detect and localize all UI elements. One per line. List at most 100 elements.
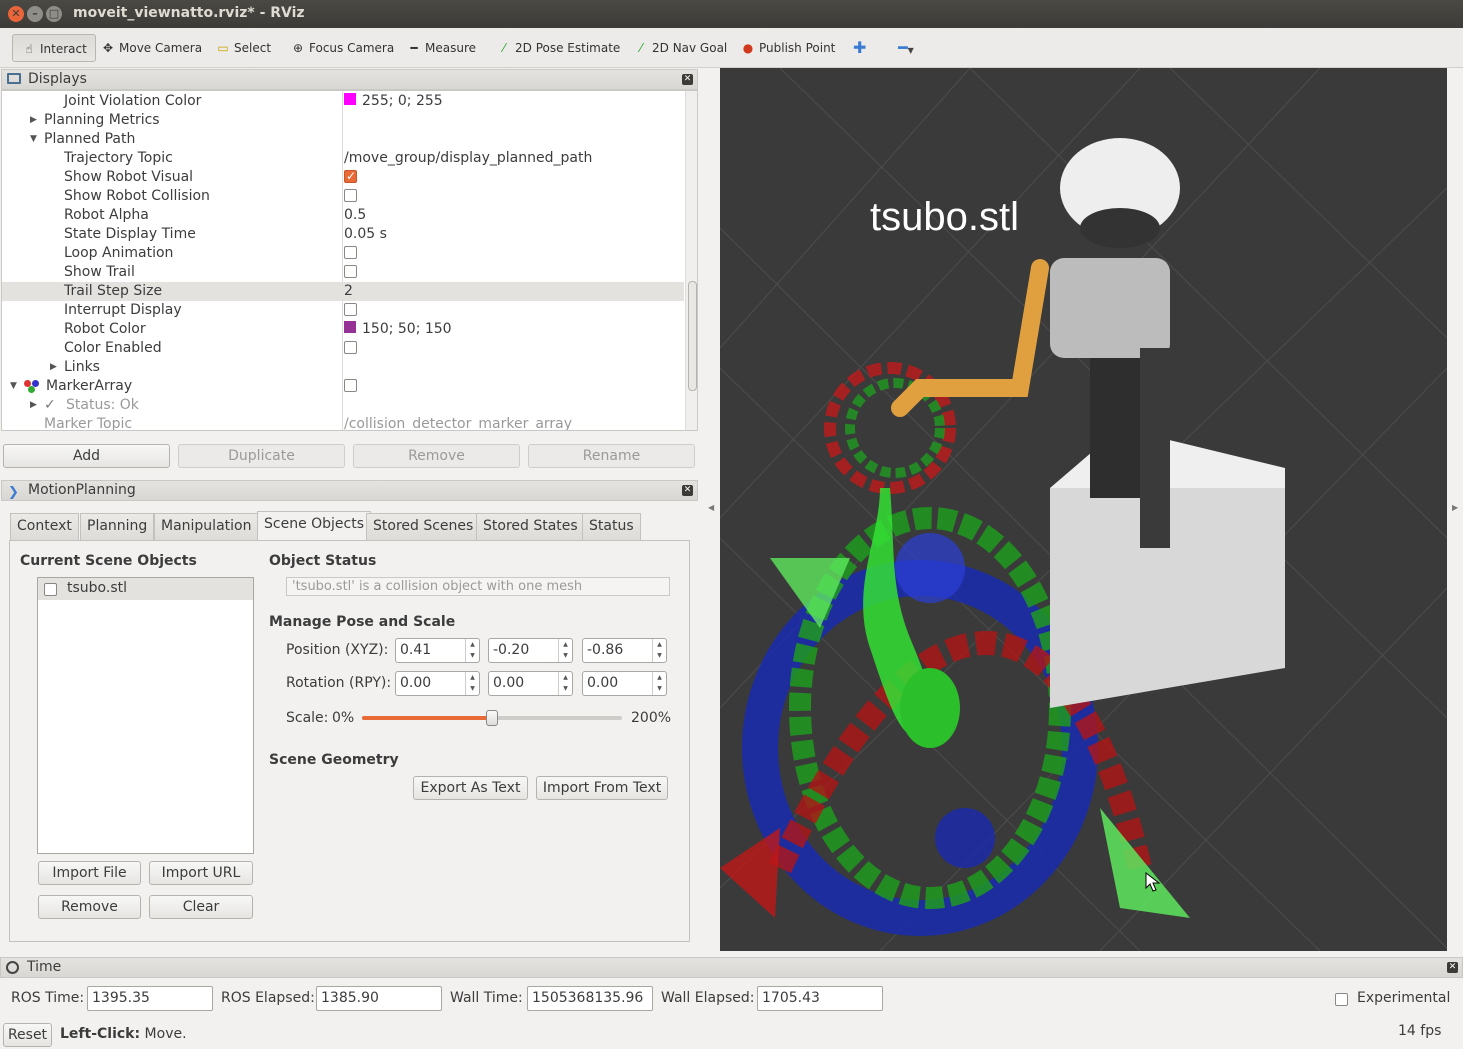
wall-time-field[interactable]: 1505368135.96 (527, 986, 653, 1011)
maximize-window-button[interactable]: □ (46, 6, 62, 22)
scrollbar-thumb[interactable] (688, 281, 697, 391)
spin-arrows-icon[interactable]: ▲ ▼ (652, 672, 666, 695)
displays-tree[interactable]: Joint Violation Color 255; 0; 255 ▶ Planni… (1, 90, 698, 431)
tree-row[interactable]: Color Enabled (2, 339, 684, 358)
collapse-arrow-icon[interactable]: ▼ (30, 130, 37, 149)
close-icon[interactable]: ✕ (682, 74, 693, 85)
loop-animation-checkbox[interactable] (344, 245, 357, 259)
position-x-spinbox[interactable]: 0.41 ▲ ▼ (395, 638, 480, 663)
tab-stored-scenes[interactable]: Stored Scenes (366, 513, 481, 540)
tree-row[interactable]: Joint Violation Color 255; 0; 255 (2, 92, 684, 111)
ros-elapsed-field[interactable]: 1385.90 (316, 986, 442, 1011)
plus-icon: ✚ (853, 38, 867, 57)
minimize-window-button[interactable]: – (27, 6, 43, 22)
slider-handle[interactable] (486, 710, 498, 726)
position-y-spinbox[interactable]: -0.20 ▲ ▼ (488, 638, 573, 663)
scale-slider[interactable] (362, 710, 622, 726)
import-file-button[interactable]: Import File (38, 861, 141, 885)
collapse-arrow-icon[interactable]: ▼ (10, 377, 17, 396)
interact-tool[interactable]: ☝ Interact (12, 34, 96, 62)
tab-planning[interactable]: Planning (80, 513, 155, 540)
reset-button[interactable]: Reset (3, 1023, 52, 1047)
clear-objects-button[interactable]: Clear (149, 895, 253, 919)
export-as-text-button[interactable]: Export As Text (413, 776, 528, 800)
slider-fill (362, 716, 492, 720)
spin-value: 0.00 (400, 675, 432, 691)
interrupt-display-checkbox[interactable] (344, 302, 357, 316)
add-display-button[interactable]: Add (3, 444, 170, 468)
remove-object-button[interactable]: Remove (38, 895, 141, 919)
splitter-left-arrow-icon[interactable]: ◀ (708, 503, 714, 512)
tree-row[interactable]: Interrupt Display (2, 301, 684, 320)
tab-scene-objects[interactable]: Scene Objects (257, 511, 372, 541)
tree-row[interactable]: Loop Animation (2, 244, 684, 263)
duplicate-display-button[interactable]: Duplicate (178, 444, 345, 468)
import-from-text-button[interactable]: Import From Text (536, 776, 668, 800)
spin-arrows-icon[interactable]: ▲ ▼ (465, 639, 479, 662)
show-robot-visual-checkbox[interactable] (344, 167, 357, 186)
tab-manipulation[interactable]: Manipulation (154, 513, 259, 540)
rotation-y-spinbox[interactable]: 0.00 ▲ ▼ (582, 671, 667, 696)
tab-context[interactable]: Context (10, 513, 79, 540)
marker-array-checkbox[interactable] (344, 378, 357, 392)
add-tool-button[interactable]: ✚ (853, 34, 866, 62)
select-tool[interactable]: ▭ Select (215, 34, 271, 62)
expand-arrow-icon[interactable]: ▶ (30, 396, 37, 415)
rotation-p-spinbox[interactable]: 0.00 ▲ ▼ (488, 671, 573, 696)
object-checkbox[interactable] (44, 583, 57, 596)
tab-status[interactable]: Status (582, 513, 641, 540)
splitter-right-arrow-icon[interactable]: ▶ (1452, 503, 1458, 512)
publish-point-tool[interactable]: ● Publish Point (740, 34, 836, 62)
spin-arrows-icon[interactable]: ▲ ▼ (465, 672, 479, 695)
tree-row[interactable]: ▼ MarkerArray (2, 377, 684, 396)
nav-goal-tool[interactable]: ⁄ 2D Nav Goal (633, 34, 727, 62)
tree-row[interactable]: ▼ Planned Path (2, 130, 684, 149)
ros-time-field[interactable]: 1395.35 (87, 986, 213, 1011)
tab-stored-states[interactable]: Stored States (476, 513, 585, 540)
tree-row[interactable]: Robot Color 150; 50; 150 (2, 320, 684, 339)
tree-row[interactable]: ▶ ✓ Status: Ok (2, 396, 684, 415)
focus-camera-tool[interactable]: ⊕ Focus Camera (290, 34, 394, 62)
scene-object-list[interactable]: tsubo.stl (37, 577, 254, 854)
3d-viewport[interactable]: tsubo.stl (720, 68, 1447, 951)
pose-estimate-tool[interactable]: ⁄ 2D Pose Estimate (496, 34, 620, 62)
import-url-button[interactable]: Import URL (149, 861, 253, 885)
expand-arrow-icon[interactable]: ▶ (30, 111, 37, 130)
tree-row[interactable]: Robot Alpha 0.5 (2, 206, 684, 225)
tree-row[interactable]: State Display Time 0.05 s (2, 225, 684, 244)
motion-planning-panel-header: ❯ MotionPlanning ✕ (1, 480, 698, 501)
spin-arrows-icon[interactable]: ▲ ▼ (652, 639, 666, 662)
tree-row[interactable]: ▶ Links (2, 358, 684, 377)
show-robot-collision-checkbox[interactable] (344, 188, 357, 202)
remove-tool-button[interactable]: ━▼ (898, 34, 914, 62)
close-icon[interactable]: ✕ (682, 485, 693, 496)
list-item[interactable]: tsubo.stl (38, 578, 253, 600)
tree-row[interactable]: Marker Topic/collision_detector_marker_a… (2, 415, 684, 430)
rename-display-button[interactable]: Rename (528, 444, 695, 468)
wall-elapsed-field[interactable]: 1705.43 (757, 986, 883, 1011)
close-icon[interactable]: ✕ (1447, 962, 1458, 973)
spin-arrows-icon[interactable]: ▲ ▼ (558, 672, 572, 695)
tree-row[interactable]: Show Trail (2, 263, 684, 282)
green-arrow-icon: ⁄ (502, 41, 505, 55)
remove-display-button[interactable]: Remove (353, 444, 520, 468)
tree-row[interactable]: Show Robot Visual (2, 167, 684, 187)
property-value[interactable]: 2 (344, 282, 353, 301)
tree-row[interactable]: ▶ Planning Metrics (2, 111, 684, 130)
color-enabled-checkbox[interactable] (344, 340, 357, 354)
tree-row[interactable]: Show Robot Collision (2, 187, 684, 206)
tree-row[interactable]: Trajectory Topic/move_group/display_plan… (2, 149, 684, 168)
tree-row[interactable]: Trail Step Size 2 (2, 282, 684, 301)
scale-max-label: 200% (631, 710, 672, 726)
show-trail-checkbox[interactable] (344, 264, 357, 278)
measure-tool[interactable]: ━ Measure (406, 34, 476, 62)
pose-estimate-label: 2D Pose Estimate (515, 41, 621, 55)
experimental-checkbox[interactable] (1335, 993, 1348, 1006)
tree-scrollbar[interactable] (685, 91, 697, 430)
move-camera-tool[interactable]: ✥ Move Camera (100, 34, 202, 62)
close-window-button[interactable]: ✕ (8, 6, 24, 22)
spin-arrows-icon[interactable]: ▲ ▼ (558, 639, 572, 662)
expand-arrow-icon[interactable]: ▶ (50, 358, 57, 377)
position-z-spinbox[interactable]: -0.86 ▲ ▼ (582, 638, 667, 663)
rotation-r-spinbox[interactable]: 0.00 ▲ ▼ (395, 671, 480, 696)
